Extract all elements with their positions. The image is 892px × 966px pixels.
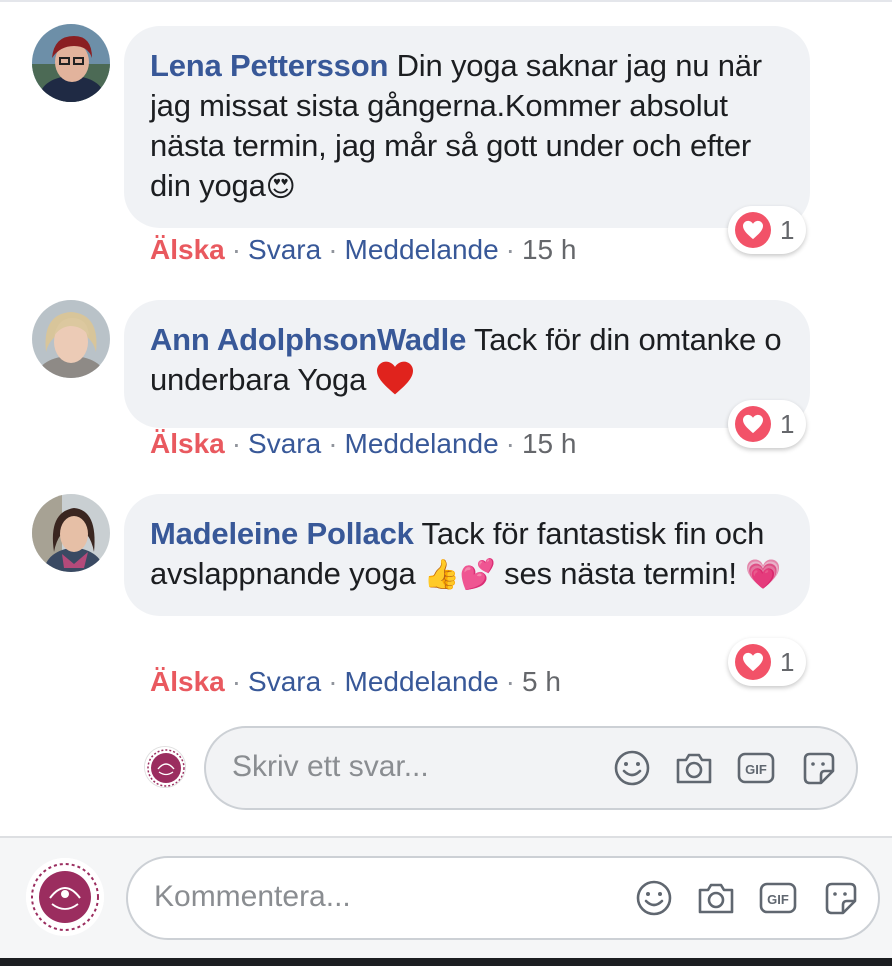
separator-dot: · xyxy=(231,428,242,459)
separator-dot: · xyxy=(505,666,515,697)
gif-icon[interactable]: GIF xyxy=(736,748,776,788)
svg-text:GIF: GIF xyxy=(745,762,767,777)
comment-bubble: Madeleine Pollack Tack för fantastisk fi… xyxy=(124,494,810,616)
gif-icon[interactable]: GIF xyxy=(758,878,798,918)
svg-text:GIF: GIF xyxy=(767,892,789,907)
reaction-count: 1 xyxy=(780,646,795,677)
growing-heart-emoji: 💗 xyxy=(745,557,782,591)
separator-dot: · xyxy=(231,234,242,265)
separator-dot: · xyxy=(231,666,242,697)
love-reaction-icon xyxy=(735,212,771,248)
comment-text: ses nästa termin! xyxy=(504,556,737,591)
reply-input-icons: GIF xyxy=(612,748,838,788)
reply-input[interactable]: Skriv ett svar... GIF xyxy=(204,726,858,810)
message-button[interactable]: Meddelande xyxy=(345,428,499,459)
reaction-badge[interactable]: 1 xyxy=(728,206,806,254)
thumbs-up-hearts-emoji: 👍💕 xyxy=(423,557,496,591)
comment-input[interactable]: Kommentera... GIF xyxy=(126,856,880,940)
avatar[interactable] xyxy=(32,300,110,378)
comment-actions: Älska · Svara · Meddelande · 15 h xyxy=(150,424,576,464)
reply-placeholder: Skriv ett svar... xyxy=(232,750,429,783)
reaction-badge[interactable]: 1 xyxy=(728,638,806,686)
comment-author[interactable]: Madeleine Pollack xyxy=(150,516,414,551)
bottom-edge xyxy=(0,958,892,966)
separator-dot: · xyxy=(505,234,515,265)
comment-author[interactable]: Ann AdolphsonWadle xyxy=(150,322,466,357)
love-button[interactable]: Älska xyxy=(150,234,225,265)
smiley-icon[interactable] xyxy=(612,748,652,788)
avatar[interactable] xyxy=(32,494,110,572)
reaction-badge[interactable]: 1 xyxy=(728,400,806,448)
reply-button[interactable]: Svara xyxy=(248,428,321,459)
separator-dot: · xyxy=(505,428,515,459)
message-button[interactable]: Meddelande xyxy=(345,666,499,697)
love-button[interactable]: Älska xyxy=(150,666,225,697)
comment-timestamp[interactable]: 5 h xyxy=(522,666,561,697)
comment-bubble: Lena Pettersson Din yoga saknar jag nu n… xyxy=(124,26,810,228)
camera-icon[interactable] xyxy=(674,748,714,788)
reaction-count: 1 xyxy=(780,408,795,439)
sticker-icon[interactable] xyxy=(820,878,860,918)
comment-timestamp[interactable]: 15 h xyxy=(522,234,577,265)
separator-dot: · xyxy=(328,666,338,697)
sticker-icon[interactable] xyxy=(798,748,838,788)
comment-author[interactable]: Lena Pettersson xyxy=(150,48,388,83)
reply-avatar xyxy=(144,746,186,788)
red-heart-emoji xyxy=(375,360,415,406)
separator-dot: · xyxy=(328,234,338,265)
reply-button[interactable]: Svara xyxy=(248,666,321,697)
camera-icon[interactable] xyxy=(696,878,736,918)
message-button[interactable]: Meddelande xyxy=(345,234,499,265)
comment-thread: Lena Pettersson Din yoga saknar jag nu n… xyxy=(0,0,892,966)
reaction-count: 1 xyxy=(780,214,795,245)
separator-dot: · xyxy=(328,428,338,459)
comment-bubble: Ann AdolphsonWadle Tack för din omtanke … xyxy=(124,300,810,428)
comment-input-icons: GIF xyxy=(634,878,860,918)
love-button[interactable]: Älska xyxy=(150,428,225,459)
comment-actions: Älska · Svara · Meddelande · 15 h xyxy=(150,230,576,270)
comment-timestamp[interactable]: 15 h xyxy=(522,428,577,459)
heart-eyes-emoji: 😍 xyxy=(265,169,296,203)
love-reaction-icon xyxy=(735,406,771,442)
comment-placeholder: Kommentera... xyxy=(154,880,351,913)
comment-actions: Älska · Svara · Meddelande · 5 h xyxy=(150,662,561,702)
page-avatar xyxy=(26,858,104,936)
love-reaction-icon xyxy=(735,644,771,680)
reply-button[interactable]: Svara xyxy=(248,234,321,265)
smiley-icon[interactable] xyxy=(634,878,674,918)
avatar[interactable] xyxy=(32,24,110,102)
